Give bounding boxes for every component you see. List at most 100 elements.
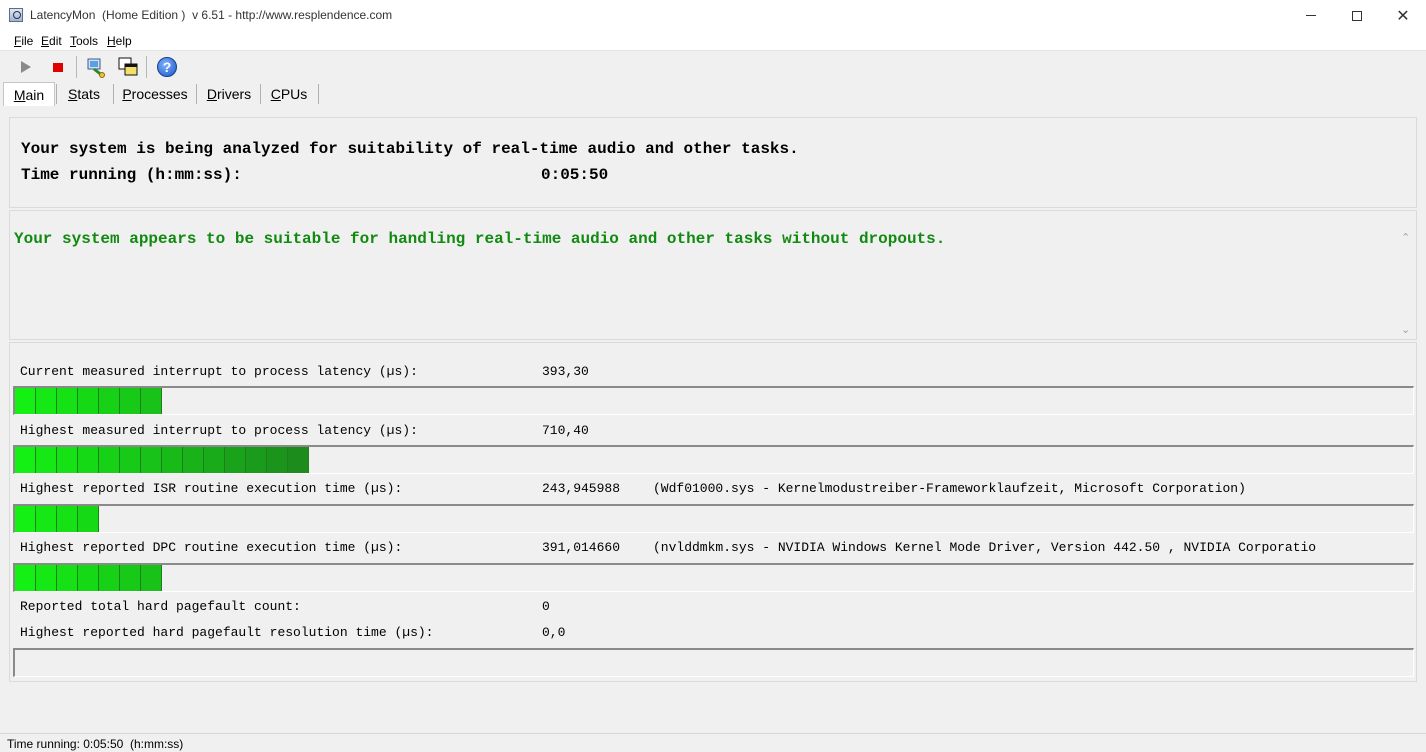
menu-file[interactable]: File — [14, 34, 33, 48]
dpc-value: 391,014660 — [542, 540, 621, 555]
tab-processes[interactable]: Processes — [116, 82, 194, 106]
tab-divider — [260, 84, 261, 104]
menu-bar: File Edit Tools Help — [0, 31, 1426, 51]
bar-segment — [15, 565, 36, 591]
isr-value: 243,945988 — [542, 481, 621, 496]
menu-help-label: elp — [115, 34, 132, 48]
bar-segment — [15, 506, 36, 532]
start-button[interactable] — [14, 55, 38, 79]
bar-segment — [57, 565, 78, 591]
drivers-icon — [87, 58, 105, 78]
pagefault-time-label: Highest reported hard pagefault resoluti… — [20, 625, 434, 640]
help-icon: ? — [157, 57, 177, 77]
maximize-icon — [1352, 10, 1362, 21]
isr-bar — [13, 504, 1414, 533]
toolbar-separator — [146, 56, 147, 78]
status-time-running: Time running: 0:05:50 (h:mm:ss) — [7, 737, 184, 751]
tab-stats[interactable]: Stats — [58, 82, 110, 106]
highest-latency-bar — [13, 445, 1414, 474]
dpc-bar — [13, 563, 1414, 592]
play-icon — [21, 61, 31, 73]
scroll-down-arrow-icon[interactable]: ⌄ — [1401, 323, 1410, 336]
tab-main-accel: M — [13, 86, 26, 103]
bar-segment — [141, 447, 162, 473]
bar-segment — [57, 388, 78, 414]
bar-segment — [78, 506, 99, 532]
close-icon: ✕ — [1396, 5, 1410, 25]
pagefault-time-bar — [13, 648, 1414, 677]
tab-cpus-accel: C — [270, 86, 281, 102]
highest-latency-label: Highest measured interrupt to process la… — [20, 423, 418, 438]
bar-segment — [99, 447, 120, 473]
menu-edit[interactable]: Edit — [41, 34, 62, 48]
tab-divider — [196, 84, 197, 104]
bar-segment — [267, 447, 288, 473]
bar-segment — [57, 506, 78, 532]
time-running-label: Time running (h:mm:ss): — [21, 166, 242, 184]
tab-drivers-label: rivers — [216, 86, 252, 102]
time-running-value: 0:05:50 — [541, 166, 609, 184]
bar-segment — [204, 447, 225, 473]
tab-divider — [113, 84, 114, 104]
bar-segment — [78, 447, 99, 473]
toolbar-separator — [76, 56, 77, 78]
menu-edit-accel: E — [41, 34, 50, 48]
status-bar: Time running: 0:05:50 (h:mm:ss) — [0, 733, 1426, 752]
bar-segment — [78, 565, 99, 591]
tab-drivers[interactable]: Drivers — [199, 82, 259, 106]
bar-segment — [15, 447, 36, 473]
windows-button[interactable] — [116, 55, 140, 79]
bar-segment — [120, 447, 141, 473]
tab-divider — [56, 84, 57, 104]
bar-segment — [36, 447, 57, 473]
bar-segment — [15, 388, 36, 414]
highest-latency-value: 710,40 — [542, 423, 589, 438]
highest-latency-bar-fill — [15, 447, 309, 473]
tab-stats-accel: S — [68, 86, 78, 102]
analyzing-message: Your system is being analyzed for suitab… — [21, 140, 799, 158]
menu-edit-label: dit — [49, 34, 62, 48]
bar-segment — [141, 565, 162, 591]
metrics-panel: Current measured interrupt to process la… — [9, 342, 1417, 682]
menu-help[interactable]: Help — [107, 34, 132, 48]
bar-segment — [288, 447, 309, 473]
tab-strip: Main Stats Processes Drivers C PUs — [0, 82, 1426, 106]
minimize-button[interactable] — [1288, 0, 1334, 31]
help-button[interactable]: ? — [155, 55, 179, 79]
isr-bar-fill — [15, 506, 99, 532]
maximize-button[interactable] — [1334, 0, 1380, 31]
scroll-up-arrow-icon[interactable]: ⌃ — [1401, 231, 1410, 244]
stop-button[interactable] — [46, 55, 70, 79]
bar-segment — [78, 388, 99, 414]
window-title: LatencyMon (Home Edition ) v 6.51 - http… — [30, 8, 393, 22]
bar-segment — [36, 506, 57, 532]
tab-main-label: ain — [25, 86, 45, 103]
tab-divider — [318, 84, 319, 104]
menu-tools-label: ools — [76, 34, 99, 48]
bar-segment — [99, 565, 120, 591]
close-button[interactable]: ✕ — [1380, 0, 1426, 31]
bar-segment — [183, 447, 204, 473]
title-bar: LatencyMon (Home Edition ) v 6.51 - http… — [0, 0, 1426, 31]
current-latency-bar-fill — [15, 388, 162, 414]
drivers-button[interactable] — [84, 55, 108, 79]
tab-drivers-accel: D — [206, 86, 217, 102]
verdict-panel: Your system appears to be suitable for h… — [9, 210, 1417, 340]
menu-tools[interactable]: Tools — [70, 34, 98, 48]
dpc-label: Highest reported DPC routine execution t… — [20, 540, 403, 555]
tab-cpus[interactable]: C PUs — [262, 82, 316, 106]
toolbar: ? — [0, 52, 1426, 82]
menu-file-label: ile — [21, 34, 34, 48]
bar-segment — [36, 565, 57, 591]
menu-help-accel: H — [107, 34, 116, 48]
tab-cpus-label: PUs — [280, 86, 308, 102]
tab-main[interactable]: Main — [3, 82, 55, 106]
minimize-icon — [1306, 15, 1316, 16]
bar-segment — [246, 447, 267, 473]
bar-segment — [141, 388, 162, 414]
pagefault-time-value: 0,0 — [542, 625, 566, 640]
dpc-driver-detail: (nvlddmkm.sys - NVIDIA Windows Kernel Mo… — [653, 540, 1317, 555]
bar-segment — [99, 388, 120, 414]
bar-segment — [120, 388, 141, 414]
pagefault-count-value: 0 — [542, 599, 550, 614]
